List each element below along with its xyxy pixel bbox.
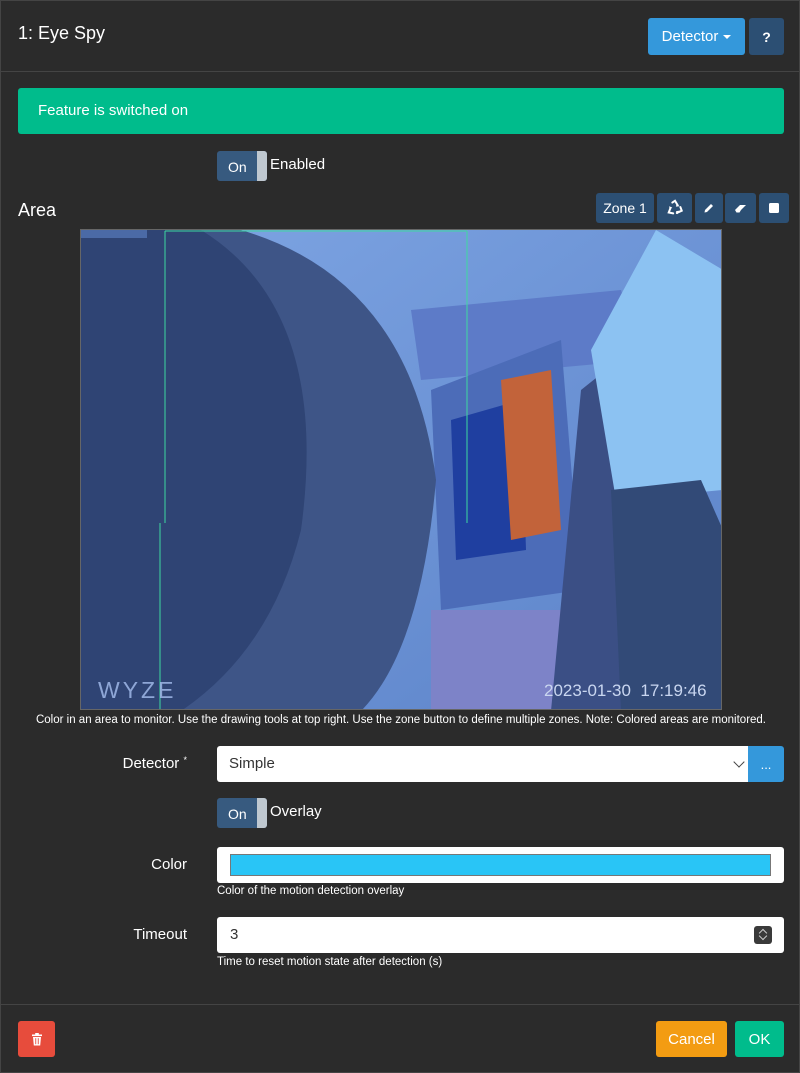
detector-label-text: Detector [122, 755, 180, 772]
detector-select[interactable]: Simple [217, 746, 749, 782]
area-title: Area [18, 200, 57, 220]
detector-dropdown-button[interactable]: Detector [648, 18, 745, 55]
trash-icon [31, 1032, 42, 1045]
stepper-icon[interactable] [754, 926, 772, 944]
status-alert: Feature is switched on [18, 88, 784, 134]
detector-label: Detector * [81, 755, 187, 772]
chevron-down-icon [733, 756, 745, 768]
eraser-button[interactable] [725, 193, 756, 223]
timeout-label: Timeout [133, 926, 187, 943]
color-swatch [230, 854, 771, 876]
eraser-icon [735, 204, 746, 212]
enabled-label: Enabled [270, 156, 326, 173]
recycle-button[interactable] [657, 193, 692, 223]
required-mark: * [183, 755, 187, 765]
dialog-title: 1: Eye Spy [18, 23, 106, 43]
clear-button[interactable] [759, 193, 789, 223]
dialog-header: 1: Eye Spy Detector ? [1, 1, 800, 72]
enabled-toggle[interactable]: On [217, 151, 267, 181]
square-icon [769, 203, 779, 213]
camera-snapshot [81, 230, 721, 709]
timeout-value: 3 [230, 926, 239, 943]
timeout-help: Time to reset motion state after detecti… [217, 956, 443, 968]
zone-drawing-canvas[interactable]: WYZE 2023-01-30 17:19:46 [80, 229, 722, 710]
detector-settings-button[interactable]: ... [748, 746, 784, 782]
dialog: 1: Eye Spy Detector ? Feature is switche… [0, 0, 800, 1073]
overlay-label: Overlay [270, 803, 322, 820]
help-button[interactable]: ? [749, 18, 784, 55]
overlay-toggle[interactable]: On [217, 798, 267, 828]
camera-timestamp: 2023-01-30 17:19:46 [544, 681, 707, 700]
timeout-input[interactable]: 3 [217, 917, 784, 953]
detector-select-value: Simple [229, 755, 275, 772]
color-label: Color [151, 856, 187, 873]
cancel-button[interactable]: Cancel [656, 1021, 727, 1057]
color-picker[interactable] [217, 847, 784, 883]
ok-button[interactable]: OK [735, 1021, 784, 1057]
pencil-button[interactable] [695, 193, 723, 223]
delete-button[interactable] [18, 1021, 55, 1057]
color-help: Color of the motion detection overlay [217, 885, 405, 897]
toggle-knob [257, 798, 267, 828]
caret-down-icon [723, 34, 732, 39]
camera-watermark: WYZE [98, 677, 177, 703]
recycle-icon [666, 199, 683, 215]
overlay-toggle-state: On [228, 806, 247, 822]
toggle-knob [257, 151, 267, 181]
zone-button[interactable]: Zone 1 [596, 193, 654, 223]
pencil-icon [704, 204, 713, 213]
area-help-text: Color in an area to monitor. Use the dra… [35, 714, 767, 726]
enabled-toggle-state: On [228, 159, 247, 175]
detector-dropdown-label: Detector [661, 28, 719, 45]
